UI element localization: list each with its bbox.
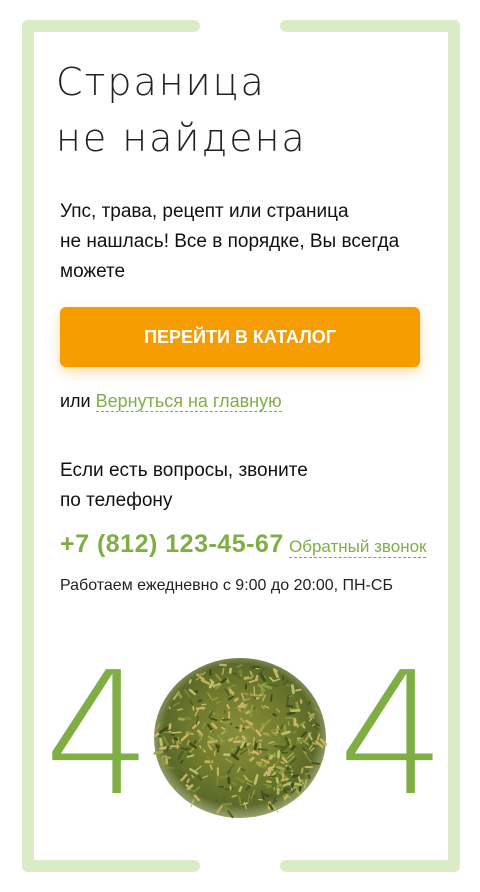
or-text: или [60,391,91,411]
message-line-2: не нашлась! Все в порядке, Вы всегда [60,231,400,252]
frame-bottom-left [22,860,200,872]
home-link[interactable]: Вернуться на главную [95,391,282,412]
or-home-line: или Вернуться на главную [60,388,282,414]
title-line-2: не найдена [56,116,307,160]
questions-line-2: по телефону [60,490,173,511]
frame-left [22,20,34,872]
callback-link[interactable]: Обратный звонок [289,537,427,558]
frame-bottom-right [280,860,460,872]
error-digit-left: 4 [44,636,153,834]
go-to-catalog-button[interactable]: ПЕРЕЙТИ В КАТАЛОГ [60,307,420,367]
phone-link[interactable]: +7 (812) 123-45-67 [60,530,284,559]
frame-top-right [280,20,460,32]
page-title: Страница не найдена [56,54,307,166]
questions-text: Если есть вопросы, звоните по телефону [60,456,308,516]
frame-right [448,20,460,872]
not-found-message: Упс, трава, рецепт или страница не нашла… [60,197,430,287]
working-hours: Работаем ежедневно с 9:00 до 20:00, ПН-С… [60,577,393,594]
tea-pile-image [153,658,328,819]
frame-top-left [22,20,200,32]
title-line-1: Страница [56,60,266,104]
error-digit-right: 4 [338,636,447,834]
questions-line-1: Если есть вопросы, звоните [60,460,308,481]
message-line-3: можете [60,261,126,282]
message-line-1: Упс, трава, рецепт или страница [60,201,349,222]
